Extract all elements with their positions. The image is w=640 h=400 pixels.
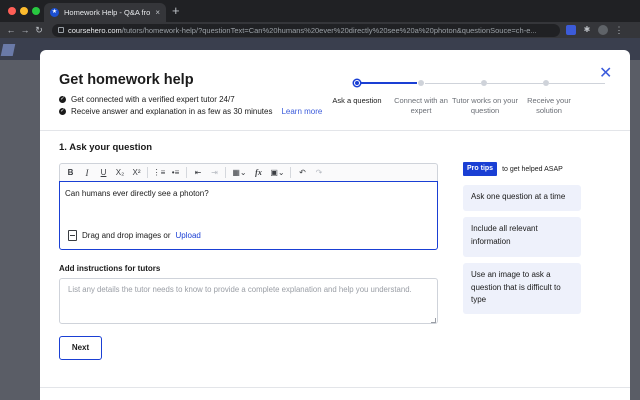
- formula-icon[interactable]: fx: [252, 166, 265, 180]
- close-icon[interactable]: ✕: [599, 66, 612, 82]
- bold-button[interactable]: B: [64, 166, 77, 180]
- learn-more-link[interactable]: Learn more: [281, 107, 322, 116]
- toolbar-separator: [146, 167, 148, 178]
- image-file-icon: [68, 230, 77, 241]
- step-dot: [418, 80, 424, 86]
- extensions-puzzle-icon[interactable]: ✱: [582, 25, 592, 35]
- subscript-button[interactable]: X₂: [114, 166, 127, 180]
- forward-button[interactable]: →: [18, 25, 32, 35]
- pro-tips-subtitle: to get helped ASAP: [502, 165, 563, 173]
- lock-icon: [58, 27, 64, 33]
- benefit-item: ✓ Receive answer and explanation in as f…: [59, 107, 322, 116]
- stepper-connector: [487, 83, 543, 84]
- pro-tip-card: Use an image to ask a question that is d…: [463, 263, 581, 314]
- tab-close-icon[interactable]: ×: [155, 8, 160, 17]
- back-button[interactable]: ←: [4, 25, 18, 35]
- numbered-list-icon[interactable]: ⋮≡: [153, 166, 166, 180]
- footer-divider: [40, 387, 630, 388]
- bulleted-list-icon[interactable]: •≡: [169, 166, 182, 180]
- redo-icon[interactable]: ↷: [313, 166, 326, 180]
- textarea-resize-handle[interactable]: [431, 318, 436, 323]
- indent-icon[interactable]: ⇥: [208, 166, 221, 180]
- step-dot: [543, 80, 549, 86]
- editor-toolbar: B I U X₂ X² ⋮≡ •≡ ⇤ ⇥ ▦⌄ fx ▣⌄ ↶ ↷: [59, 163, 438, 181]
- check-circle-icon: ✓: [59, 96, 66, 103]
- step-label-receive: Receive your solution: [527, 96, 571, 115]
- undo-icon[interactable]: ↶: [296, 166, 309, 180]
- pro-tips-header: Pro tips to get helped ASAP: [463, 162, 563, 176]
- step-label-connect: Connect with an expert: [394, 96, 448, 115]
- toolbar-separator: [185, 167, 187, 178]
- step-label-ask: Ask a question: [332, 96, 382, 105]
- coursehero-favicon-icon: ★: [50, 8, 59, 17]
- tab-title: Homework Help - Q&A from Online Tutors: [64, 8, 151, 17]
- window-zoom-button[interactable]: [32, 7, 40, 15]
- browser-tab-bar: ★ Homework Help - Q&A from Online Tutors…: [0, 0, 640, 22]
- next-button[interactable]: Next: [59, 336, 102, 360]
- browser-menu-icon[interactable]: ⋮: [614, 25, 624, 35]
- benefit-text: Receive answer and explanation in as few…: [71, 107, 273, 116]
- insert-table-icon[interactable]: ▦⌄: [231, 166, 249, 180]
- address-bar-row: ← → ↻ coursehero.com/tutors/homework-hel…: [0, 22, 640, 38]
- pro-tip-card: Ask one question at a time: [463, 185, 581, 211]
- header-divider: [40, 130, 630, 131]
- check-circle-icon: ✓: [59, 108, 66, 115]
- site-logo-icon: [0, 44, 16, 56]
- url-path: /tutors/homework-help/?questionText=Can%…: [121, 25, 537, 35]
- step-dot: [481, 80, 487, 86]
- url-text: coursehero.com/tutors/homework-help/?que…: [68, 26, 554, 35]
- instructions-label: Add instructions for tutors: [59, 264, 161, 273]
- image-dropzone[interactable]: Drag and drop images or Upload: [68, 230, 201, 241]
- window-close-button[interactable]: [8, 7, 16, 15]
- section-title: 1. Ask your question: [59, 142, 153, 153]
- extension-shield-icon[interactable]: [566, 25, 576, 35]
- pro-tips-badge: Pro tips: [463, 162, 498, 176]
- stepper-connector-active: [360, 82, 417, 84]
- outdent-icon[interactable]: ⇤: [192, 166, 205, 180]
- instructions-textarea[interactable]: [59, 278, 438, 324]
- new-tab-button[interactable]: +: [172, 3, 180, 19]
- question-editor[interactable]: Can humans ever directly see a photon? D…: [59, 181, 438, 250]
- italic-button[interactable]: I: [81, 166, 94, 180]
- dropzone-text: Drag and drop images or: [82, 231, 171, 240]
- window-minimize-button[interactable]: [20, 7, 28, 15]
- question-text[interactable]: Can humans ever directly see a photon?: [65, 189, 209, 198]
- stepper-connector: [425, 83, 481, 84]
- superscript-button[interactable]: X²: [130, 166, 143, 180]
- stepper-connector: [549, 83, 605, 84]
- step-label-tutor-works: Tutor works on your question: [452, 96, 518, 115]
- homework-help-modal: ✕ Get homework help ✓ Get connected with…: [40, 50, 630, 400]
- benefit-item: ✓ Get connected with a verified expert t…: [59, 95, 235, 104]
- pro-tip-card: Include all relevant information: [463, 217, 581, 257]
- profile-avatar[interactable]: [598, 25, 608, 35]
- toolbar-separator: [224, 167, 226, 178]
- underline-button[interactable]: U: [97, 166, 110, 180]
- reload-button[interactable]: ↻: [32, 25, 46, 36]
- url-field[interactable]: coursehero.com/tutors/homework-help/?que…: [52, 23, 560, 37]
- upload-link[interactable]: Upload: [176, 231, 201, 240]
- step-dot-current: [354, 80, 360, 86]
- url-domain: coursehero.com: [68, 25, 122, 35]
- insert-image-icon[interactable]: ▣⌄: [269, 166, 287, 180]
- toolbar-separator: [290, 167, 291, 178]
- browser-tab[interactable]: ★ Homework Help - Q&A from Online Tutors…: [44, 3, 166, 22]
- benefit-text: Get connected with a verified expert tut…: [71, 95, 235, 104]
- modal-title: Get homework help: [59, 72, 194, 88]
